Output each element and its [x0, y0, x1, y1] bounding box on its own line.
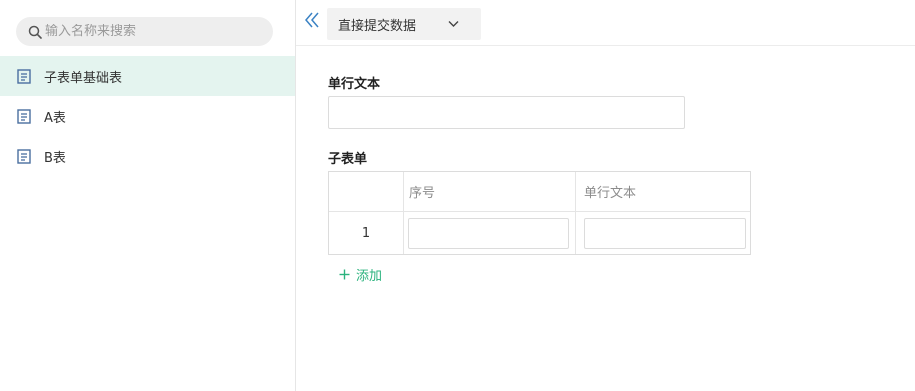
submit-mode-label: 直接提交数据	[338, 18, 417, 34]
add-row-button[interactable]: 添加	[339, 265, 382, 284]
search-input[interactable]	[45, 24, 265, 39]
add-row-label: 添加	[356, 269, 383, 284]
table-cell-input-index[interactable]	[408, 218, 569, 249]
subform-table: 序号 单行文本 1	[328, 171, 751, 255]
chevron-down-icon	[448, 21, 459, 27]
sidebar-item-subform-basic-table[interactable]: 子表单基础表	[0, 56, 295, 96]
sidebar-item-label: A表	[44, 110, 66, 126]
sidebar-item-a-table[interactable]: A表	[0, 96, 295, 136]
table-header-single-line-text: 单行文本	[576, 172, 750, 212]
column-header-label: 序号	[409, 186, 436, 201]
field-label-subform: 子表单	[328, 152, 368, 167]
sidebar: 子表单基础表 A表 B表	[0, 0, 296, 391]
plus-icon	[339, 269, 350, 280]
table-cell-input-single-line-text[interactable]	[584, 218, 746, 249]
table-header-index: 序号	[404, 172, 575, 212]
top-bar: 直接提交数据	[296, 0, 915, 46]
app-window: 子表单基础表 A表 B表	[0, 0, 915, 391]
row-number: 1	[361, 225, 371, 241]
sidebar-item-label: 子表单基础表	[44, 70, 123, 86]
column-divider	[403, 172, 404, 254]
column-divider	[575, 172, 576, 254]
field-label-single-line-text: 单行文本	[328, 77, 381, 92]
column-header-label: 单行文本	[584, 186, 637, 201]
single-line-text-input[interactable]	[328, 96, 685, 129]
collapse-sidebar-icon[interactable]	[304, 11, 320, 29]
document-icon	[17, 108, 31, 124]
search-box[interactable]	[16, 17, 273, 46]
sidebar-nav: 子表单基础表 A表 B表	[0, 56, 295, 176]
sidebar-item-label: B表	[44, 150, 66, 166]
sidebar-item-b-table[interactable]: B表	[0, 136, 295, 176]
document-icon	[17, 148, 31, 164]
search-icon	[28, 25, 42, 39]
document-icon	[17, 68, 31, 84]
submit-mode-dropdown[interactable]: 直接提交数据	[327, 8, 481, 40]
table-header-cell-blank	[329, 172, 403, 212]
